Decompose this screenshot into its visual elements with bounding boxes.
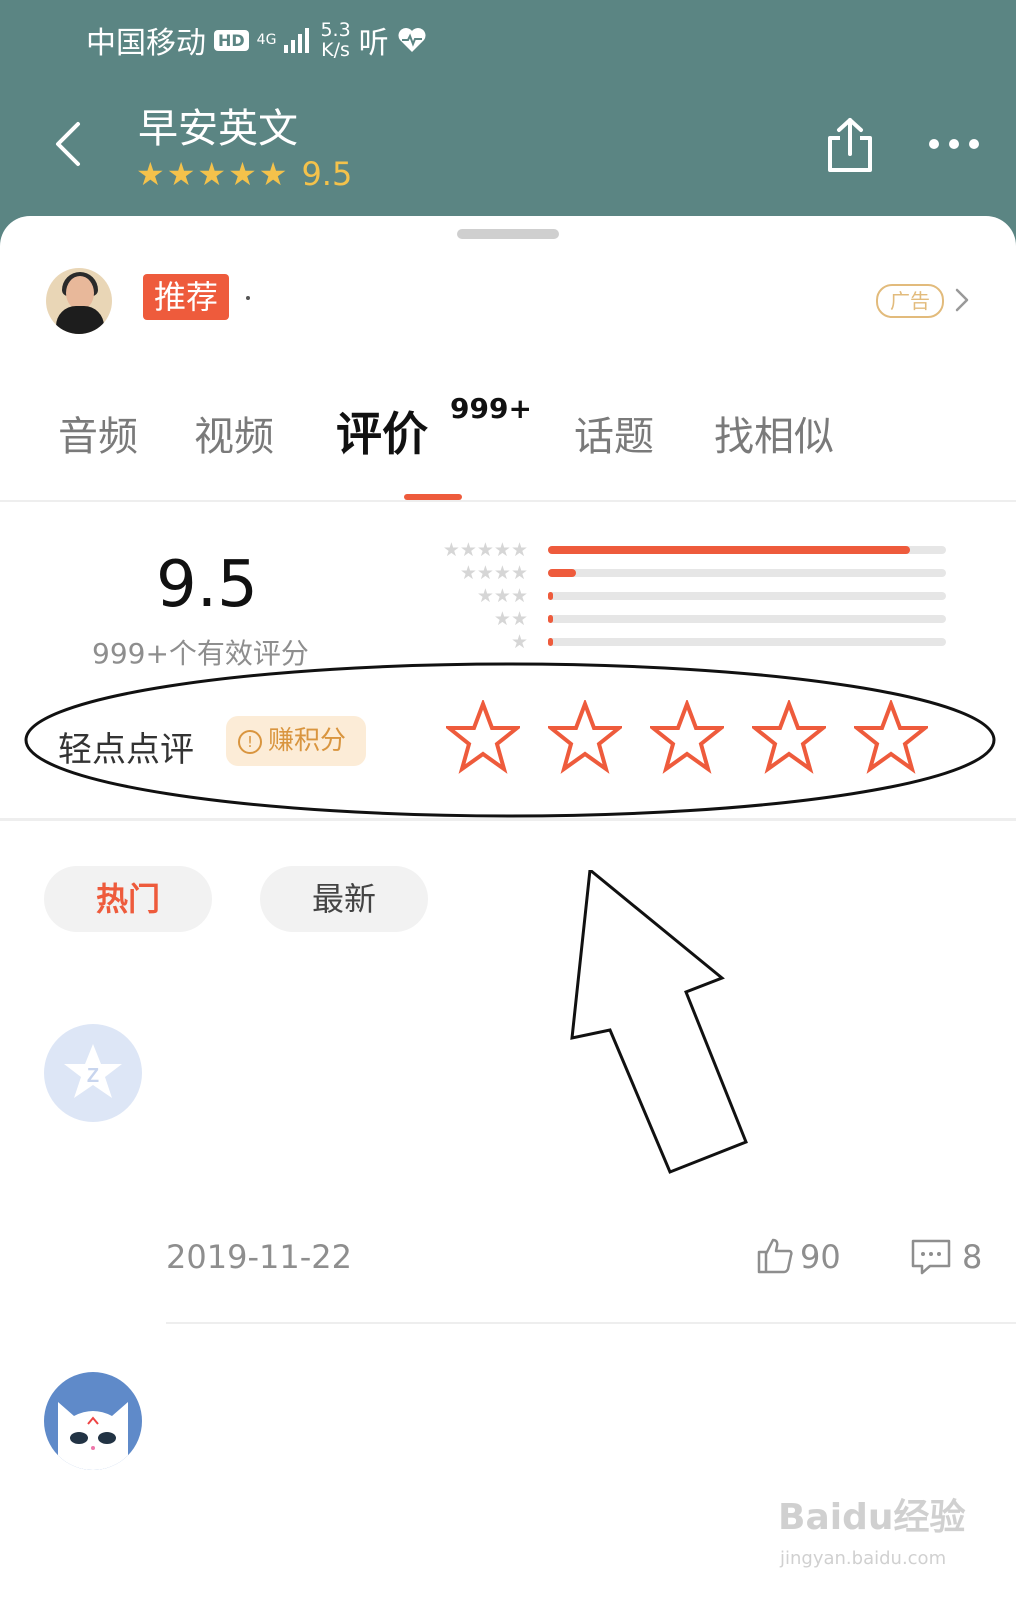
header-rating-value: 9.5 <box>301 155 353 193</box>
rating-distribution-row: ★★ <box>418 608 946 630</box>
header-rating: ★ ★ ★ ★ ★ 9.5 <box>136 155 352 193</box>
filter-hot-button[interactable]: 热门 <box>44 866 212 932</box>
author-avatar[interactable] <box>46 268 112 334</box>
svg-text:Z: Z <box>87 1065 99 1087</box>
cat-avatar-icon <box>58 1402 128 1470</box>
distribution-stars: ★★★★ <box>459 562 528 584</box>
like-count: 90 <box>800 1238 841 1276</box>
carrier-text: 中国移动 <box>86 26 206 61</box>
page-title: 早安英文 <box>138 106 298 152</box>
divider <box>0 500 1016 502</box>
rating-star-icon: ★ <box>166 155 196 193</box>
highlight-ellipse <box>24 662 996 818</box>
tab-video[interactable]: 视频 <box>194 404 274 462</box>
rating-distribution-row: ★★★★★ <box>418 539 946 561</box>
tab-reviews[interactable]: 评价 <box>336 398 428 464</box>
distribution-fill <box>548 592 553 600</box>
back-arrow-icon[interactable] <box>52 120 88 168</box>
rating-star-icon: ★ <box>228 155 257 193</box>
chevron-right-icon[interactable] <box>954 287 970 313</box>
ad-badge[interactable]: 广告 <box>876 284 944 318</box>
net-speed-value: 5.3 <box>320 19 351 41</box>
average-score: 9.5 <box>156 548 258 622</box>
watermark-url: jingyan.baidu.com <box>780 1548 947 1569</box>
rating-distribution-row: ★★★★ <box>418 562 946 584</box>
distribution-bar <box>548 615 946 623</box>
heart-pulse-icon <box>398 28 426 52</box>
watermark-logo: Baidu经验 <box>778 1497 966 1538</box>
listen-app-icon: 听 <box>358 26 389 61</box>
distribution-bar <box>548 546 946 554</box>
divider <box>166 1322 1016 1324</box>
net-speed: 5.3 K/s <box>320 20 350 60</box>
rating-star-icon: ★ <box>197 155 227 193</box>
rating-distribution-row: ★★★ <box>418 585 946 607</box>
tab-similar[interactable]: 找相似 <box>714 404 834 462</box>
hd-badge: HD <box>214 29 249 51</box>
distribution-fill <box>548 638 553 646</box>
reviewer-avatar[interactable]: Z <box>44 1024 142 1122</box>
recommend-tag: 推荐 <box>143 274 229 320</box>
comment-count: 8 <box>962 1238 983 1276</box>
distribution-bar <box>548 569 946 577</box>
status-bar: 中国移动 HD 4G 5.3 K/s 听 <box>86 18 427 62</box>
distribution-stars: ★★★ <box>476 585 528 607</box>
share-icon[interactable] <box>824 116 876 174</box>
reviews-count-badge: 999+ <box>450 392 532 425</box>
distribution-fill <box>548 569 576 577</box>
annotation-arrow <box>570 870 748 1174</box>
default-avatar-icon: Z <box>64 1044 122 1098</box>
sheet-drag-handle[interactable] <box>457 229 559 239</box>
network-type: 4G <box>256 32 277 48</box>
distribution-fill <box>548 546 911 554</box>
tab-audio[interactable]: 音频 <box>58 404 138 462</box>
thumbs-up-icon[interactable] <box>756 1236 794 1274</box>
tab-topics[interactable]: 话题 <box>574 404 654 462</box>
more-options-icon[interactable] <box>926 136 982 152</box>
net-speed-unit: K/s <box>321 39 350 61</box>
rating-star-icon: ★ <box>136 155 165 193</box>
distribution-stars: ★★ <box>493 608 528 630</box>
signal-icon <box>284 28 310 53</box>
separator-dot <box>246 296 250 300</box>
distribution-fill <box>548 615 553 623</box>
rating-star-icon: ★ <box>258 155 288 193</box>
rating-distribution-row: ★ <box>418 631 946 653</box>
filter-latest-button[interactable]: 最新 <box>260 866 428 932</box>
divider <box>0 818 1016 821</box>
comment-icon[interactable] <box>910 1238 952 1276</box>
distribution-bar <box>548 592 946 600</box>
review-date: 2019-11-22 <box>166 1238 352 1276</box>
reviewer-avatar[interactable] <box>44 1372 142 1470</box>
distribution-stars: ★ <box>510 631 528 653</box>
distribution-bar <box>548 638 946 646</box>
distribution-stars: ★★★★★ <box>442 539 528 561</box>
